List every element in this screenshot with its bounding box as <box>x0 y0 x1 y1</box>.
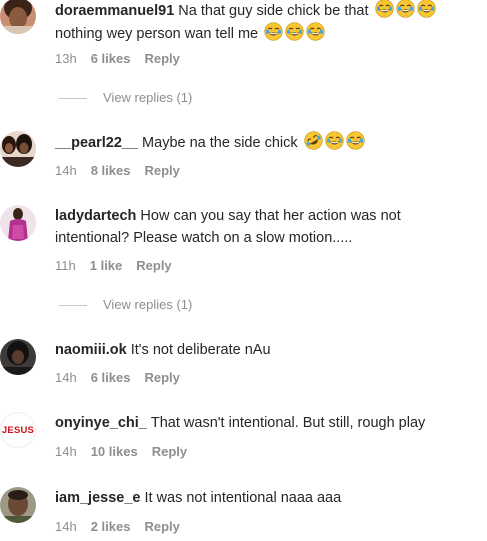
reply-button[interactable]: Reply <box>144 51 179 66</box>
comment-text: onyinye_chi_ That wasn't intentional. But… <box>55 412 475 434</box>
reply-button[interactable]: Reply <box>136 258 171 273</box>
reply-button[interactable]: Reply <box>144 519 179 534</box>
avatar[interactable] <box>0 131 36 167</box>
comment-likes[interactable]: 1 like <box>90 258 123 273</box>
comment-text: doraemmanuel91 Na that guy side chick be … <box>55 0 475 45</box>
comment-meta: 14h 8 likes Reply <box>55 163 194 179</box>
comment-body: Na that guy side chick be that <box>178 3 369 19</box>
comment-username[interactable]: naomiii.ok <box>55 342 127 358</box>
face-with-tears-of-joy-icon <box>417 0 436 18</box>
view-replies-label: View replies (1) <box>103 297 193 312</box>
comment-username[interactable]: doraemmanuel91 <box>55 3 174 19</box>
face-with-tears-of-joy-icon <box>375 0 394 18</box>
reply-button[interactable]: Reply <box>152 444 187 459</box>
comment-text: __pearl22__ Maybe na the side chick <box>55 131 475 154</box>
comment-time[interactable]: 14h <box>55 370 77 385</box>
comment-body: It's not deliberate nAu <box>130 342 271 358</box>
view-replies-button[interactable]: View replies (1) <box>59 297 192 313</box>
comment-text: ladydartech How can you say that her acti… <box>55 205 475 249</box>
comment-time[interactable]: 14h <box>55 163 77 178</box>
comment-time[interactable]: 14h <box>55 444 77 459</box>
comment-body: That wasn't intentional. But still, roug… <box>150 415 426 431</box>
comment-likes[interactable]: 6 likes <box>91 370 131 385</box>
face-with-tears-of-joy-icon <box>306 22 325 41</box>
face-with-tears-of-joy-icon <box>264 22 283 41</box>
view-replies-divider <box>59 98 87 100</box>
face-with-tears-of-joy-icon <box>346 131 365 150</box>
comment-username[interactable]: onyinye_chi_ <box>55 415 147 431</box>
reply-button[interactable]: Reply <box>144 370 179 385</box>
face-with-tears-of-joy-icon <box>325 131 344 150</box>
comment-meta: 14h 2 likes Reply <box>55 519 194 535</box>
comment-body: Maybe na the side chick <box>142 135 298 151</box>
avatar[interactable] <box>0 487 36 523</box>
comment-time[interactable]: 11h <box>55 258 76 273</box>
avatar-text: JESUS <box>1 424 35 436</box>
face-with-tears-of-joy-icon <box>285 22 304 41</box>
view-replies-divider <box>59 305 87 307</box>
rolling-on-floor-laughing-icon <box>304 131 323 150</box>
comment-body: It was not intentional naaa aaa <box>144 490 342 506</box>
comment-meta: 13h 6 likes Reply <box>55 51 194 67</box>
view-replies-button[interactable]: View replies (1) <box>59 90 192 106</box>
avatar[interactable] <box>0 339 36 375</box>
comment-meta: 14h 10 likes Reply <box>55 444 201 460</box>
reply-button[interactable]: Reply <box>144 163 179 178</box>
comment-text: iam_jesse_e It was not intentional naaa a… <box>55 487 475 509</box>
comment-likes[interactable]: 6 likes <box>91 51 131 66</box>
comment-username[interactable]: ladydartech <box>55 208 136 224</box>
comment-likes[interactable]: 2 likes <box>91 519 131 534</box>
avatar[interactable]: JESUS <box>0 412 36 448</box>
comment-likes[interactable]: 8 likes <box>91 163 131 178</box>
comment-username[interactable]: __pearl22__ <box>55 135 138 151</box>
comment-meta: 11h 1 like Reply <box>55 258 186 274</box>
comment-username[interactable]: iam_jesse_e <box>55 490 140 506</box>
face-with-tears-of-joy-icon <box>396 0 415 18</box>
comment-time[interactable]: 13h <box>55 51 77 66</box>
avatar[interactable] <box>0 205 36 241</box>
comment-time[interactable]: 14h <box>55 519 77 534</box>
comment-text: naomiii.ok It's not deliberate nAu <box>55 339 475 361</box>
comment-likes[interactable]: 10 likes <box>91 444 138 459</box>
comment-body-continued: nothing wey person wan tell me <box>55 26 259 42</box>
comment-meta: 14h 6 likes Reply <box>55 370 194 386</box>
view-replies-label: View replies (1) <box>103 90 193 105</box>
avatar[interactable] <box>0 0 36 34</box>
